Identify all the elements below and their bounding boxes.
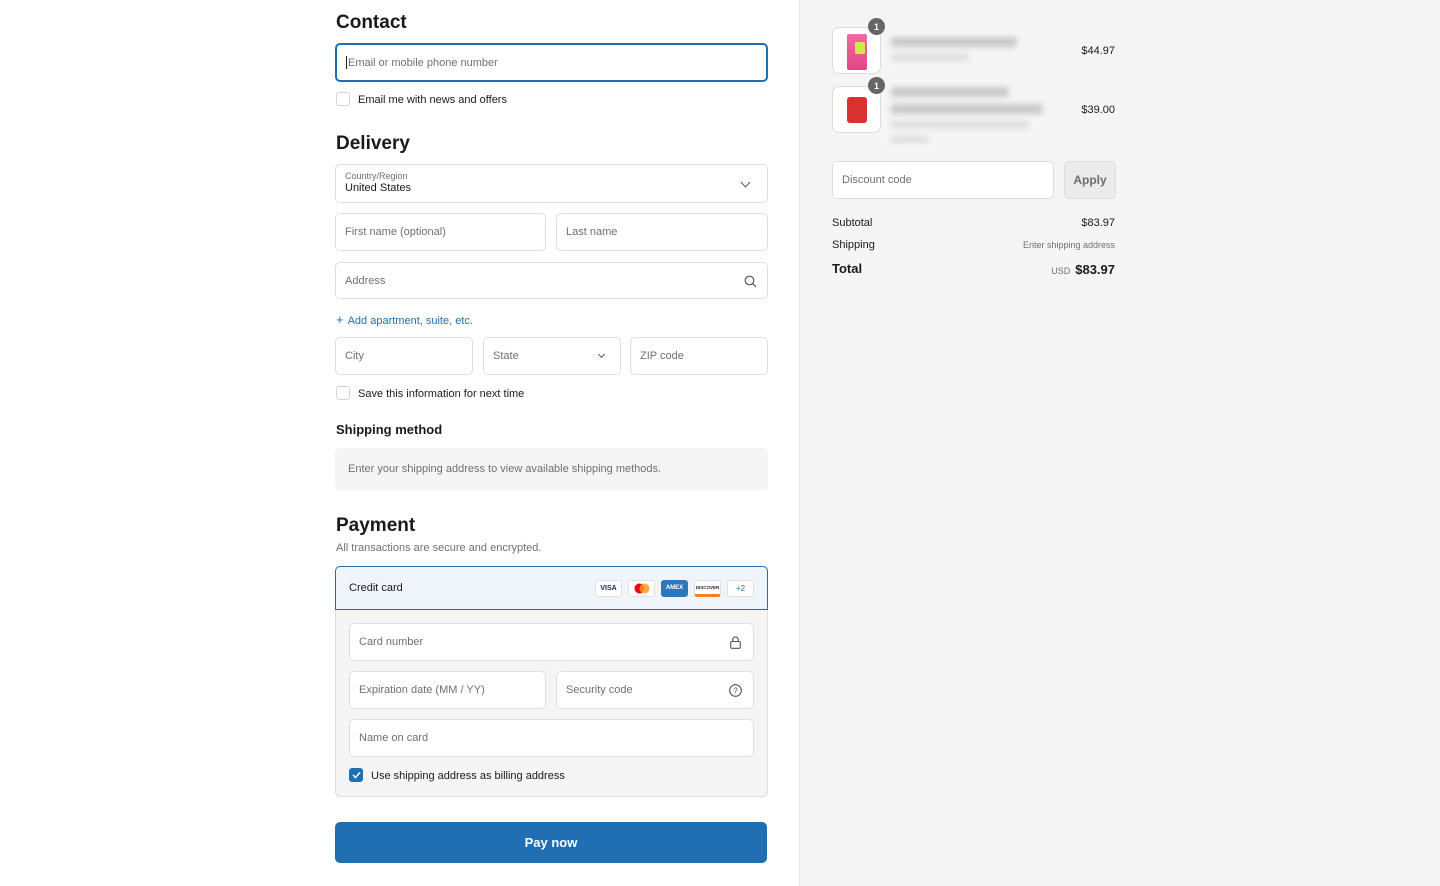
address-placeholder: Address — [345, 274, 386, 287]
first-name-input[interactable]: First name (optional) — [335, 213, 546, 251]
billing-same-checkbox[interactable] — [349, 768, 363, 782]
visa-icon: VISA — [595, 579, 622, 597]
expiration-input[interactable]: Expiration date (MM / YY) — [349, 671, 546, 709]
city-placeholder: City — [345, 350, 364, 362]
last-name-placeholder: Last name — [566, 226, 618, 238]
lock-icon — [730, 636, 741, 649]
product-variant-redacted — [891, 121, 1029, 128]
shipping-label: Shipping — [832, 239, 875, 251]
order-summary-panel: 1 $44.97 1 $39.00 Discount code Apply Su… — [799, 0, 1440, 886]
total-amount: USD $83.97 — [980, 261, 1115, 279]
quantity-badge: 1 — [868, 77, 885, 94]
product-name-redacted — [891, 37, 1017, 47]
expiration-placeholder: Expiration date (MM / YY) — [359, 684, 485, 696]
state-placeholder: State — [493, 350, 519, 362]
mastercard-icon — [628, 579, 655, 597]
security-code-input[interactable]: Security code ? — [556, 671, 754, 709]
credit-card-label: Credit card — [349, 582, 403, 594]
discover-icon: DISCOVER — [694, 579, 721, 597]
country-select[interactable]: Country/Region United States — [335, 164, 768, 203]
item-price: $44.97 — [1081, 45, 1115, 57]
svg-text:?: ? — [733, 687, 738, 696]
pay-now-button[interactable]: Pay now — [335, 822, 767, 863]
newsletter-checkbox[interactable] — [336, 92, 350, 106]
shipping-method-text: Enter your shipping address to view avai… — [348, 463, 662, 475]
email-input[interactable]: Email or mobile phone number — [335, 43, 768, 82]
apply-button[interactable]: Apply — [1064, 161, 1116, 199]
security-code-placeholder: Security code — [566, 684, 633, 696]
city-input[interactable]: City — [335, 337, 473, 375]
item-price: $39.00 — [1081, 104, 1115, 116]
zip-placeholder: ZIP code — [640, 350, 684, 362]
plus-icon: + — [336, 312, 344, 327]
add-apartment-link[interactable]: + Add apartment, suite, etc. — [336, 312, 473, 327]
checkmark-icon — [351, 771, 361, 779]
first-name-placeholder: First name (optional) — [345, 226, 446, 238]
chevron-down-icon — [597, 350, 606, 359]
subtotal-label: Subtotal — [832, 217, 873, 229]
save-info-checkbox[interactable] — [336, 386, 350, 400]
address-input[interactable]: Address — [335, 262, 768, 299]
product-variant-redacted — [891, 54, 969, 61]
subtotal-value: $83.97 — [1081, 217, 1115, 229]
credit-card-option[interactable]: Credit card VISA AMEX DISCOVER +2 — [335, 566, 768, 610]
discount-code-input[interactable]: Discount code — [832, 161, 1054, 199]
shipping-value: Enter shipping address — [1022, 240, 1115, 250]
name-on-card-input[interactable]: Name on card — [349, 719, 754, 757]
search-icon — [744, 275, 757, 288]
contact-heading: Contact — [336, 12, 407, 33]
billing-same-label: Use shipping address as billing address — [371, 770, 565, 782]
product-name-redacted — [891, 87, 1009, 97]
shipping-method-heading: Shipping method — [336, 422, 443, 437]
total-label: Total — [832, 261, 863, 276]
payment-heading: Payment — [336, 515, 416, 536]
product-variant-redacted — [891, 136, 929, 143]
country-value: United States — [345, 182, 412, 194]
save-info-label: Save this information for next time — [358, 388, 525, 400]
state-select[interactable]: State — [483, 337, 621, 375]
name-on-card-placeholder: Name on card — [359, 732, 429, 744]
card-number-input[interactable]: Card number — [349, 623, 754, 661]
country-label: Country/Region — [345, 171, 408, 181]
card-number-placeholder: Card number — [359, 636, 424, 648]
more-brands-badge: +2 — [727, 579, 754, 597]
email-placeholder: Email or mobile phone number — [348, 56, 498, 69]
amex-icon: AMEX — [661, 579, 688, 597]
add-apartment-label: Add apartment, suite, etc. — [347, 315, 473, 327]
shipping-method-notice: Enter your shipping address to view avai… — [335, 448, 768, 490]
quantity-badge: 1 — [868, 18, 885, 35]
newsletter-label: Email me with news and offers — [358, 94, 507, 106]
payment-subtitle: All transactions are secure and encrypte… — [336, 542, 542, 554]
delivery-heading: Delivery — [336, 133, 410, 154]
help-icon[interactable]: ? — [729, 684, 742, 697]
total-value: $83.97 — [1075, 262, 1115, 277]
last-name-input[interactable]: Last name — [556, 213, 768, 251]
discount-placeholder: Discount code — [842, 174, 912, 186]
text-cursor — [346, 56, 347, 69]
product-image — [847, 97, 867, 123]
checkout-form-panel: Contact Email or mobile phone number Ema… — [0, 0, 799, 886]
zip-input[interactable]: ZIP code — [630, 337, 768, 375]
currency-code: USD — [1051, 266, 1071, 276]
product-name-redacted — [891, 104, 1043, 114]
